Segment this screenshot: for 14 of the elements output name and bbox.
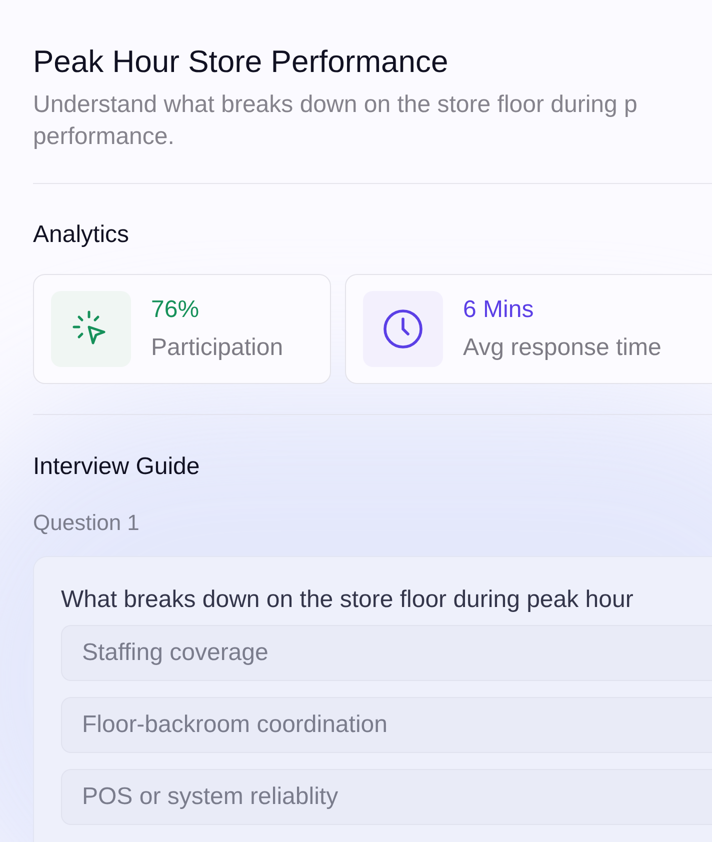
metric-label: Avg response time: [463, 333, 662, 363]
page-description: Understand what breaks down on the store floor during p performance.: [33, 90, 638, 152]
answer-option[interactable]: Staffing coverage: [61, 625, 712, 681]
page-title: Peak Hour Store Performance: [33, 43, 448, 81]
clock-icon: [382, 308, 424, 350]
metric-value: 6 Mins: [463, 295, 534, 325]
answer-option[interactable]: Floor-backroom coordination: [61, 697, 712, 753]
question-text: What breaks down on the store floor during peak hour: [61, 585, 634, 615]
section-heading: Analytics: [33, 220, 130, 250]
answer-option[interactable]: POS or system reliablity: [61, 769, 712, 825]
metric-label: Participation: [151, 333, 284, 363]
question-label: Question 1: [33, 509, 140, 537]
section-heading: Interview Guide: [33, 452, 200, 482]
metric-value: 76%: [151, 295, 200, 325]
